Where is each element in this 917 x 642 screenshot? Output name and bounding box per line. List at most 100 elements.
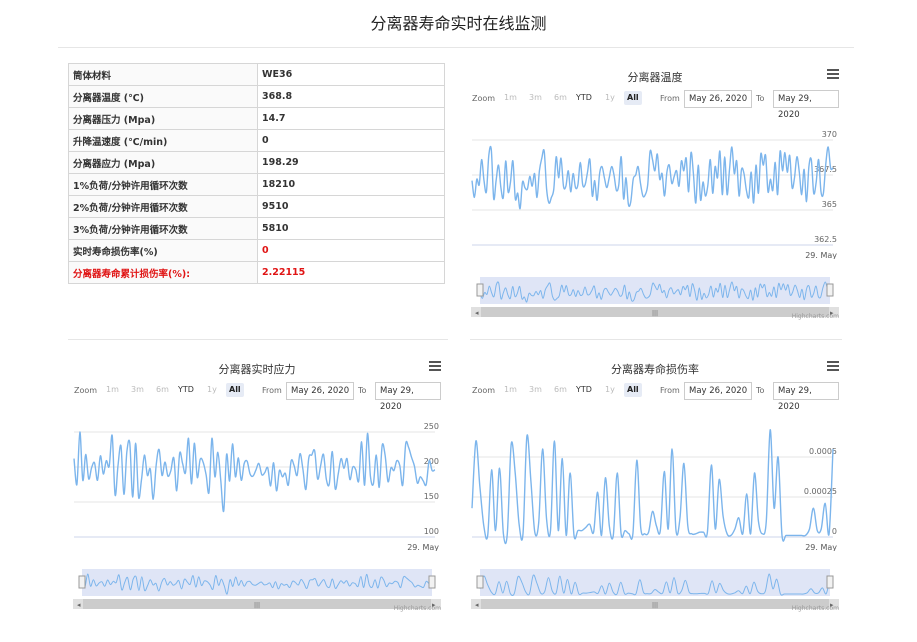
zoom-button-6m[interactable]: 6m [551, 91, 570, 105]
info-value: 2.22115 [257, 261, 445, 284]
x-tick-label: 29. May [805, 251, 837, 259]
info-value: 18210 [257, 173, 445, 196]
info-key: 2%负荷/分钟许用循环次数 [68, 195, 258, 218]
range-selector: Zoom 1m 3m 6m YTD 1y All From May 26, 2020 To May … [73, 382, 441, 412]
damage-rate-chart: 分离器寿命损伤率 Zoom 1m 3m 6m YTD 1y All From May 26, 20… [471, 355, 839, 617]
from-label: From [660, 386, 680, 395]
zoom-button-1y[interactable]: 1y [602, 91, 618, 105]
navigator[interactable]: ◂ ▸||| [73, 564, 441, 614]
series-line [471, 145, 834, 210]
info-table: 筒体材料 WE36 分离器温度 (℃) 368.8 分离器压力 (Mpa) 14.7 升降温… [68, 63, 445, 284]
plot-area: 370 367.5 365 362.5 29. May [471, 119, 839, 259]
zoom-button-3m[interactable]: 3m [526, 383, 545, 397]
menu-icon[interactable] [429, 361, 441, 373]
info-row: 3%负荷/分钟许用循环次数 5810 [68, 217, 445, 240]
scroll-left-arrow-icon[interactable]: ◂ [475, 601, 479, 609]
navigator-handle-right[interactable] [826, 575, 834, 589]
info-row: 分离器压力 (Mpa) 14.7 [68, 107, 445, 130]
zoom-button-ytd[interactable]: YTD [573, 91, 595, 105]
navigator[interactable]: ◂ ▸||| [471, 272, 839, 322]
menu-bar [827, 361, 839, 363]
menu-icon[interactable] [827, 361, 839, 373]
series-line [73, 431, 436, 513]
from-date-input[interactable]: May 26, 2020 [286, 382, 355, 400]
zoom-button-1y[interactable]: 1y [602, 383, 618, 397]
chart-svg: 0.00050.00025029. May [471, 429, 837, 551]
zoom-button-3m[interactable]: 3m [526, 91, 545, 105]
zoom-button-1m[interactable]: 1m [501, 91, 520, 105]
info-row: 实时寿命损伤率(%) 0 [68, 239, 445, 262]
menu-icon[interactable] [827, 69, 839, 81]
navigator-handle-left[interactable] [476, 575, 484, 589]
info-key: 分离器寿命累计损伤率(%): [68, 261, 258, 284]
chart-title: 分离器寿命损伤率 [611, 363, 699, 376]
info-key: 筒体材料 [68, 63, 258, 86]
zoom-button-6m[interactable]: 6m [153, 383, 172, 397]
scroll-left-arrow-icon[interactable]: ◂ [77, 601, 81, 609]
zoom-button-6m[interactable]: 6m [551, 383, 570, 397]
to-label: To [756, 386, 765, 395]
zoom-button-1m[interactable]: 1m [103, 383, 122, 397]
navigator[interactable]: ◂ ▸||| [471, 564, 839, 614]
info-key: 升降温速度 (℃/min) [68, 129, 258, 152]
to-date-input[interactable]: May 29, 2020 [375, 382, 441, 412]
to-date-input[interactable]: May 29, 2020 [773, 382, 839, 412]
info-key: 分离器应力 (Mpa) [68, 151, 258, 174]
zoom-button-all[interactable]: All [624, 383, 642, 397]
info-key: 实时寿命损伤率(%) [68, 239, 258, 262]
zoom-button-ytd[interactable]: YTD [573, 383, 595, 397]
to-label: To [358, 386, 367, 395]
zoom-label: Zoom [472, 94, 496, 103]
x-tick-label: 29. May [805, 543, 837, 551]
stress-chart: 分离器实时应力 Zoom 1m 3m 6m YTD 1y All From May 26, 202… [73, 355, 441, 617]
credits-link[interactable]: Highcharts.com [792, 605, 839, 612]
info-row: 分离器应力 (Mpa) 198.29 [68, 151, 445, 174]
to-label: To [756, 94, 765, 103]
zoom-button-all[interactable]: All [226, 383, 244, 397]
temperature-chart: 分离器温度 Zoom 1m 3m 6m YTD 1y All From May 26, 2020 T… [471, 63, 839, 325]
info-row: 分离器温度 (℃) 368.8 [68, 85, 445, 108]
from-date-input[interactable]: May 26, 2020 [684, 382, 753, 400]
scrollbar-grip-icon: ||| [652, 310, 658, 317]
title-divider [58, 47, 854, 48]
y-tick-label: 100 [424, 527, 439, 536]
navigator-handle-left[interactable] [476, 283, 484, 297]
zoom-button-1m[interactable]: 1m [501, 383, 520, 397]
navigator-handle-left[interactable] [78, 575, 86, 589]
menu-bar [827, 69, 839, 71]
credits-link[interactable]: Highcharts.com [394, 605, 441, 612]
zoom-button-ytd[interactable]: YTD [175, 383, 197, 397]
info-value: 14.7 [257, 107, 445, 130]
info-row: 升降温速度 (℃/min) 0 [68, 129, 445, 152]
scroll-left-arrow-icon[interactable]: ◂ [475, 309, 479, 317]
zoom-button-1y[interactable]: 1y [204, 383, 220, 397]
info-row: 1%负荷/分钟许用循环次数 18210 [68, 173, 445, 196]
chart-svg: 25020015010029. May [73, 422, 439, 551]
y-tick-label: 370 [822, 130, 837, 139]
scrollbar-grip-icon: ||| [652, 602, 658, 609]
from-date-input[interactable]: May 26, 2020 [684, 90, 753, 108]
y-tick-label: 365 [822, 200, 837, 209]
from-label: From [262, 386, 282, 395]
zoom-button-3m[interactable]: 3m [128, 383, 147, 397]
navigator-handle-right[interactable] [826, 283, 834, 297]
info-value: 0 [257, 129, 445, 152]
info-value: 9510 [257, 195, 445, 218]
zoom-button-all[interactable]: All [624, 91, 642, 105]
plot-area: 0.0005 0.00025 0 29. May [471, 411, 839, 551]
navigator-handle-right[interactable] [428, 575, 436, 589]
info-key: 3%负荷/分钟许用循环次数 [68, 217, 258, 240]
credits-link[interactable]: Highcharts.com [792, 313, 839, 320]
info-key: 1%负荷/分钟许用循环次数 [68, 173, 258, 196]
info-row: 分离器寿命累计损伤率(%): 2.22115 [68, 261, 445, 284]
zoom-label: Zoom [74, 386, 98, 395]
zoom-label: Zoom [472, 386, 496, 395]
to-date-input[interactable]: May 29, 2020 [773, 90, 839, 120]
info-key: 分离器压力 (Mpa) [68, 107, 258, 130]
info-value: 5810 [257, 217, 445, 240]
menu-bar [827, 73, 839, 75]
y-tick-label: 362.5 [814, 235, 837, 244]
range-selector: Zoom 1m 3m 6m YTD 1y All From May 26, 2020 To May … [471, 382, 839, 412]
info-row: 2%负荷/分钟许用循环次数 9510 [68, 195, 445, 218]
y-tick-label: 150 [424, 492, 439, 501]
